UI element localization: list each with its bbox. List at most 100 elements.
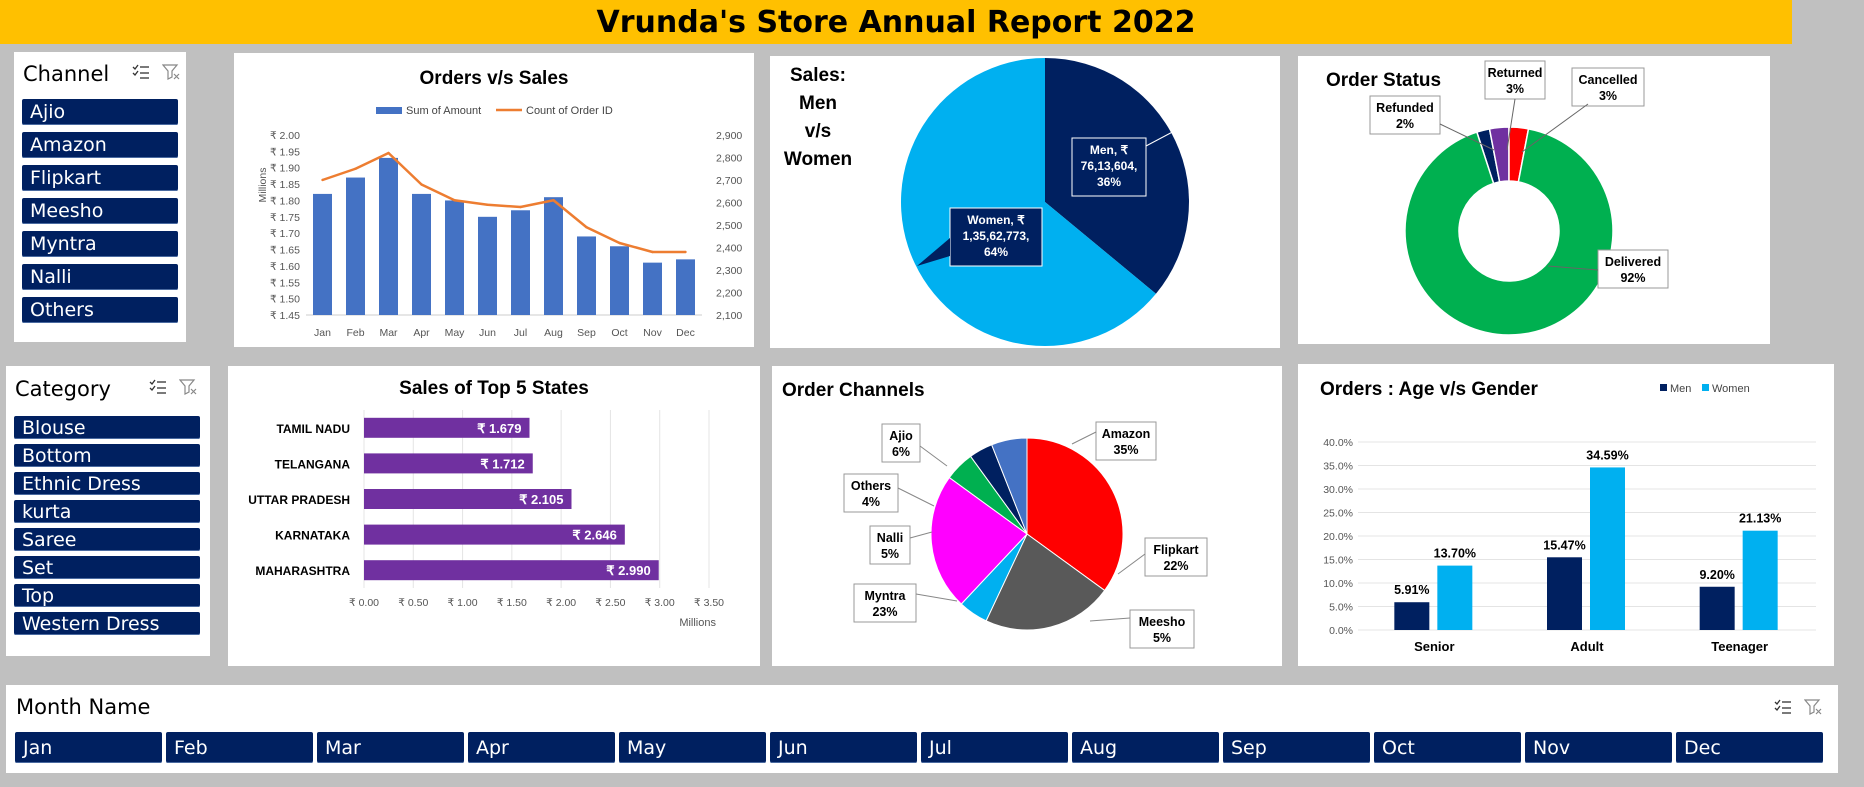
category-label: KARNATAKA bbox=[275, 529, 350, 543]
month-button-nov[interactable]: Nov bbox=[1525, 732, 1672, 763]
category-slicer: Category Blouse Bottom Ethnic Dress kurta Sa… bbox=[6, 366, 210, 656]
label-delivered-text: Delivered bbox=[1605, 255, 1661, 269]
legend-swatch-amount bbox=[376, 107, 402, 114]
category-button-kurta[interactable]: kurta bbox=[14, 500, 200, 523]
channel-slicer-icons bbox=[132, 64, 180, 80]
label-refunded-text: Refunded bbox=[1376, 101, 1434, 115]
month-button-jan[interactable]: Jan bbox=[15, 732, 162, 763]
bar-men-senior bbox=[1394, 602, 1430, 630]
channel-button-amazon[interactable]: Amazon bbox=[22, 132, 178, 158]
x-tick-label: Apr bbox=[413, 327, 430, 339]
multi-select-icon[interactable] bbox=[149, 379, 167, 395]
channel-button-others[interactable]: Others bbox=[22, 297, 178, 323]
channel-button-meesho[interactable]: Meesho bbox=[22, 198, 178, 224]
x-tick-label: Aug bbox=[544, 327, 563, 339]
top-states-chart: Sales of Top 5 States ₹ 0.00 ₹ 0.50 ₹ 1.00 ₹… bbox=[248, 378, 724, 629]
y-tick-label: ₹ 1.70 bbox=[270, 228, 300, 240]
y-tick-label: ₹ 1.90 bbox=[270, 163, 300, 175]
label-meesho-text: Meesho bbox=[1139, 615, 1186, 629]
legend-label: Women bbox=[1712, 383, 1750, 395]
bar-amount-dec bbox=[676, 259, 695, 315]
month-button-oct[interactable]: Oct bbox=[1374, 732, 1521, 763]
clear-filter-icon[interactable] bbox=[162, 64, 180, 80]
month-button-sep[interactable]: Sep bbox=[1223, 732, 1370, 763]
month-slicer-title: Month Name bbox=[16, 695, 151, 719]
bar-women-teenager bbox=[1742, 530, 1778, 630]
label-flipkart-text: 22% bbox=[1163, 559, 1188, 573]
y2-tick-label: 2,400 bbox=[716, 243, 742, 255]
label-returned-text: 3% bbox=[1506, 82, 1524, 96]
month-button-aug[interactable]: Aug bbox=[1072, 732, 1219, 763]
order-status-chart: Order Status Returned 3% Cancelled 3% Refunde… bbox=[1326, 60, 1669, 336]
chart-title: Orders v/s Sales bbox=[420, 68, 569, 89]
month-button-dec[interactable]: Dec bbox=[1676, 732, 1823, 763]
y-tick-label: 15.0% bbox=[1323, 555, 1353, 567]
x-tick-label: ₹ 0.50 bbox=[398, 597, 428, 609]
category-button-bottom[interactable]: Bottom bbox=[14, 444, 200, 467]
label-returned-text: Returned bbox=[1488, 66, 1543, 80]
x-tick-label: Senior bbox=[1414, 639, 1454, 654]
bar-amount-nov bbox=[643, 262, 662, 315]
y2-tick-label: 2,200 bbox=[716, 288, 742, 300]
label-ajio-text: Ajio bbox=[889, 429, 913, 443]
chart-title-line: Women bbox=[784, 149, 852, 170]
label-nalli-text: 5% bbox=[881, 547, 899, 561]
month-button-mar[interactable]: Mar bbox=[317, 732, 464, 763]
chart-title-line: Men bbox=[799, 93, 837, 114]
x-axis-label: Millions bbox=[679, 617, 716, 629]
category-button-set[interactable]: Set bbox=[14, 556, 200, 579]
legend-label: Count of Order ID bbox=[526, 105, 613, 117]
month-button-feb[interactable]: Feb bbox=[166, 732, 313, 763]
order-channels-chart: Order Channels Amazon 35% Flipkart 22% Meesho… bbox=[782, 380, 1208, 649]
channel-button-flipkart[interactable]: Flipkart bbox=[22, 165, 178, 191]
clear-filter-icon[interactable] bbox=[179, 379, 197, 395]
chart-title-line: Sales: bbox=[790, 65, 846, 86]
chart-title: Order Channels bbox=[782, 380, 925, 401]
month-slicer-icons bbox=[1774, 699, 1822, 715]
leader-meesho bbox=[1089, 617, 1131, 622]
label-men-text: 76,13,604, bbox=[1081, 159, 1138, 173]
data-label-men-senior: 5.91% bbox=[1394, 583, 1429, 597]
channel-button-ajio[interactable]: Ajio bbox=[22, 99, 178, 125]
label-men-text: Men, ₹ bbox=[1090, 143, 1129, 157]
month-button-may[interactable]: May bbox=[619, 732, 766, 763]
order-channels-panel: Order Channels Amazon 35% Flipkart 22% Meesho… bbox=[772, 366, 1282, 666]
data-label-women-teenager: 21.13% bbox=[1739, 512, 1781, 526]
y-tick-label: 10.0% bbox=[1323, 578, 1353, 590]
multi-select-icon[interactable] bbox=[1774, 699, 1792, 715]
category-button-top[interactable]: Top bbox=[14, 584, 200, 607]
category-button-ethnic-dress[interactable]: Ethnic Dress bbox=[14, 472, 200, 495]
category-button-saree[interactable]: Saree bbox=[14, 528, 200, 551]
report-title: Vrunda's Store Annual Report 2022 bbox=[0, 0, 1792, 44]
channel-button-nalli[interactable]: Nalli bbox=[22, 264, 178, 290]
month-button-jul[interactable]: Jul bbox=[921, 732, 1068, 763]
clear-filter-icon[interactable] bbox=[1804, 699, 1822, 715]
category-button-western-dress[interactable]: Western Dress bbox=[14, 612, 200, 635]
chart-title: Order Status bbox=[1326, 70, 1441, 91]
x-tick-label: ₹ 3.00 bbox=[645, 597, 675, 609]
category-button-blouse[interactable]: Blouse bbox=[14, 416, 200, 439]
multi-select-icon[interactable] bbox=[132, 64, 150, 80]
point-orders-sep bbox=[585, 226, 588, 229]
channel-button-myntra[interactable]: Myntra bbox=[22, 231, 178, 257]
y2-tick-label: 2,100 bbox=[716, 310, 742, 322]
bar-amount-mar bbox=[379, 157, 398, 315]
y-tick-label: 5.0% bbox=[1329, 602, 1353, 614]
label-amazon-text: Amazon bbox=[1102, 427, 1151, 441]
y-tick-label: ₹ 1.60 bbox=[270, 261, 300, 273]
orders-vs-sales-panel: Orders v/s Sales Sum of Amount Count of Or… bbox=[234, 53, 754, 347]
leader-nalli bbox=[909, 531, 933, 539]
label-meesho-text: 5% bbox=[1153, 631, 1171, 645]
month-button-jun[interactable]: Jun bbox=[770, 732, 917, 763]
x-tick-label: ₹ 1.50 bbox=[497, 597, 527, 609]
x-tick-label: ₹ 1.00 bbox=[448, 597, 478, 609]
month-button-apr[interactable]: Apr bbox=[468, 732, 615, 763]
label-cancelled-text: Cancelled bbox=[1578, 73, 1637, 87]
legend-label: Sum of Amount bbox=[406, 105, 481, 117]
leader-others bbox=[897, 487, 935, 507]
line-order-count bbox=[322, 151, 686, 254]
y2-tick-label: 2,900 bbox=[716, 130, 742, 142]
bar-amount-feb bbox=[346, 177, 365, 315]
chart-title-line: v/s bbox=[805, 121, 831, 142]
data-label-uttar-pradesh: ₹ 2.105 bbox=[519, 492, 563, 507]
